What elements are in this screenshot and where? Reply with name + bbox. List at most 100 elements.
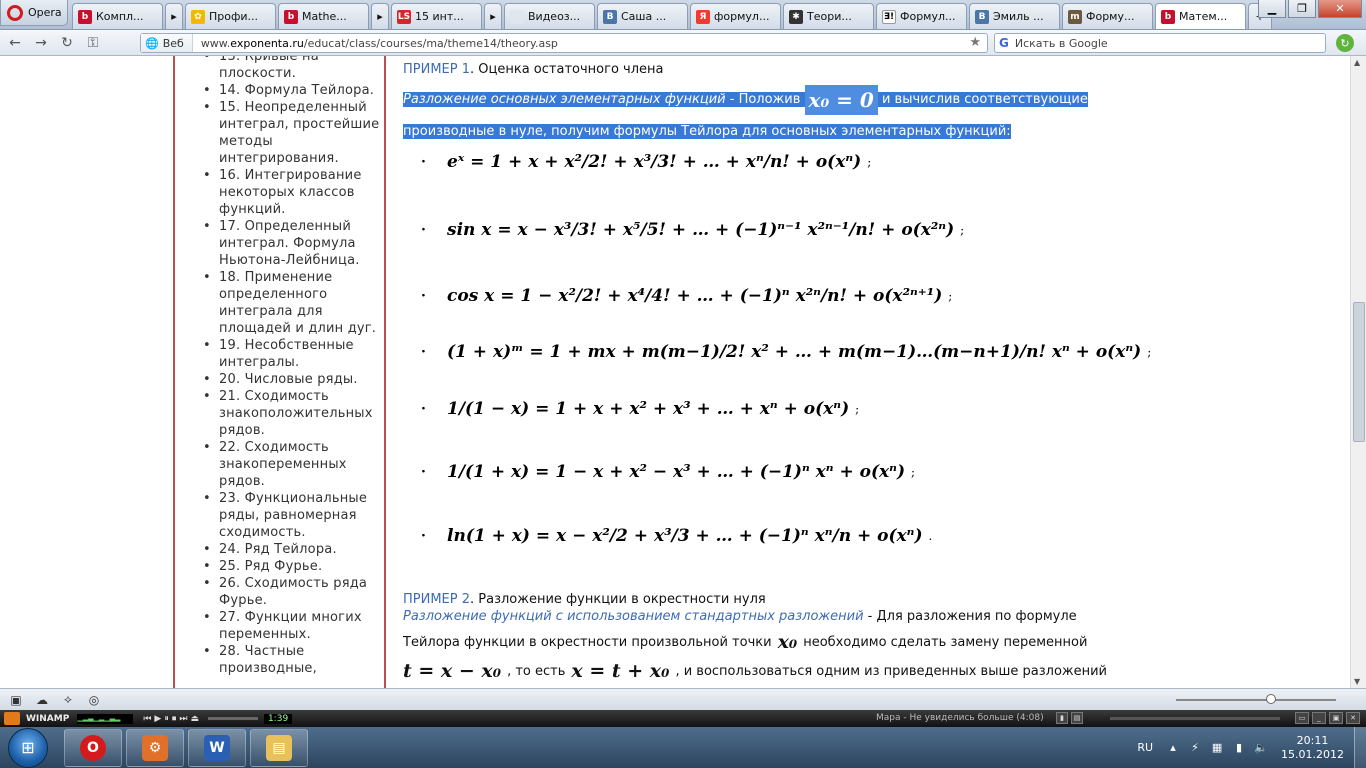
example-2-link[interactable]: ПРИМЕР 2 [403,592,470,607]
winamp-eq-button[interactable]: ▤ [1071,712,1083,724]
tab-7[interactable]: ✱ Теори... [783,3,874,29]
toc-item[interactable]: 23. Функциональные ряды, равномерная схо… [177,490,384,541]
bullet: · [421,222,426,238]
network-icon[interactable]: ▦ [1209,740,1225,756]
tab-0[interactable]: b Компл... [72,3,163,29]
panel-toggle-icon[interactable]: ▣ [6,692,26,708]
bullet: · [421,464,426,480]
scroll-down-icon[interactable]: ▼ [1354,677,1360,686]
reload-icon[interactable]: ↻ [56,33,78,53]
winamp-name: WINAMP [26,713,70,724]
bookmark-star-icon[interactable]: ★ [969,35,981,50]
tab-group-toggle[interactable]: ▸ [484,3,502,29]
tab-3[interactable]: LS 15 инт... [391,3,482,29]
winamp-playback-controls[interactable]: ⏮▶⏸⏹⏭⏏ [143,714,202,724]
toc-item[interactable]: 26. Сходимость ряда Фурье. [177,575,384,609]
substitution-formula-2: x = t + x₀ [571,660,670,682]
toc-item[interactable]: 20. Числовые ряды. [177,371,384,388]
tab-2[interactable]: b Mathe... [278,3,369,29]
example-1-title: . Оценка остаточного члена [470,62,664,77]
winamp-minimize-button[interactable]: _ [1312,712,1326,724]
language-indicator[interactable]: RU [1137,741,1153,754]
tray-clock[interactable]: 20:11 15.01.2012 [1281,734,1344,762]
winamp-menu-button[interactable]: ▭ [1295,712,1309,724]
winamp-close-button[interactable]: ✕ [1346,712,1360,724]
example-1-heading: ПРИМЕР 1. Оценка остаточного члена [403,62,663,77]
globe-icon: 🌐 [145,36,159,50]
tab-favicon-icon: b [78,9,92,24]
tab-9[interactable]: В Эмиль ... [969,3,1060,29]
volume-icon[interactable]: 🔈 [1253,740,1269,756]
formula-punctuation: ; [855,402,860,416]
search-field[interactable]: G Искать в Google [994,33,1326,53]
example-2-line-2: Тейлора функции в окрестности произвольн… [403,631,1087,653]
winamp-playlist-button[interactable]: ▮ [1056,712,1068,724]
toc-item[interactable]: 16. Интегрирование некоторых классов фун… [177,167,384,218]
back-icon[interactable]: ← [4,33,26,53]
battery-icon[interactable]: ▮ [1231,740,1247,756]
tab-group-toggle[interactable]: ▸ [371,3,389,29]
forward-icon[interactable]: → [30,33,52,53]
toc-item[interactable]: 14. Формула Тейлора. [177,82,384,99]
formula-punctuation: ; [948,289,953,303]
winamp-volume-slider[interactable] [1110,717,1280,720]
taskbar-explorer[interactable]: ▤ [250,728,308,767]
opera-menu-button[interactable]: Opera [0,0,68,26]
installer-icon: ⚙ [142,734,168,761]
tab-favicon-icon: ✱ [789,9,803,24]
winamp-seek-bar[interactable] [207,717,258,720]
tab-group-toggle[interactable]: ▸ [165,3,183,29]
address-field[interactable]: 🌐 Веб www.exponenta.ru/educat/class/cour… [140,33,988,53]
tab-4[interactable]: Видеоз... [504,3,595,29]
maximize-button[interactable]: ❐ [1288,0,1316,18]
windows-taskbar: ⊞ O ⚙ W ▤ RU ▴ ⚡ ▦ ▮ 🔈 20:11 15.01.2012 [0,727,1366,768]
toc-item[interactable]: 27. Функции многих переменных. [177,609,384,643]
tab-1[interactable]: ✿ Профи... [185,3,276,29]
toc-item[interactable]: 28. Частные производные, [177,643,384,677]
start-button[interactable]: ⊞ [8,727,48,768]
toc-item[interactable]: 24. Ряд Тейлора. [177,541,384,558]
taskbar-opera[interactable]: O [64,728,122,767]
selected-text-1: - Положив [725,92,805,107]
toc-item[interactable]: 22. Сходимость знакопеременных рядов. [177,439,384,490]
tab-favicon-icon: В [975,9,989,24]
example-1-link[interactable]: ПРИМЕР 1 [403,62,470,77]
scrollbar-thumb[interactable] [1353,302,1365,442]
toc-item[interactable]: 18. Применение определенного интеграла д… [177,269,384,337]
close-button[interactable]: ✕ [1318,0,1362,18]
toc-item[interactable]: 15. Неопределенный интеграл, простейшие … [177,99,384,167]
show-desktop-button[interactable] [1354,727,1366,768]
unite-cloud-icon[interactable]: ☁ [32,692,52,708]
toc-item[interactable]: 21. Сходимость знакоположительных рядов. [177,388,384,439]
clock-date: 15.01.2012 [1281,747,1344,761]
taskbar-word[interactable]: W [188,728,246,767]
toc-item[interactable]: 13. Кривые на плоскости. [177,56,384,82]
share-icon[interactable]: ⟡ [58,692,78,708]
tab-5[interactable]: В Саша ... [597,3,688,29]
download-icon[interactable]: ↻ [1336,34,1354,52]
formula-text: sin x = x − x³/3! + x⁵/5! + … + (−1)ⁿ⁻¹ … [447,220,955,240]
tab-strip: b Компл... ▸ ✿ Профи... b Mathe... ▸ LS 15 инт...… [72,3,1274,29]
taskbar-app-2[interactable]: ⚙ [126,728,184,767]
taylor-formula: · (1 + x)ᵐ = 1 + mx + m(m−1)/2! x² + … + … [421,342,1151,362]
tray-arrow-icon[interactable]: ▴ [1165,740,1181,756]
tray-app-icon[interactable]: ⚡ [1187,740,1203,756]
vertical-scrollbar[interactable]: ▲ ▼ [1350,56,1366,688]
minimize-button[interactable]: ▁ [1258,0,1286,18]
tab-10[interactable]: m Форму... [1062,3,1153,29]
tab-6[interactable]: Яформул... [690,3,781,29]
toc-item[interactable]: 19. Несобственные интегралы. [177,337,384,371]
tab-label: Саша ... [621,10,667,23]
key-icon[interactable]: ⚿ [82,33,104,53]
toc-item[interactable]: 25. Ряд Фурье. [177,558,384,575]
site-info-badge[interactable]: 🌐 Веб [141,34,193,52]
tab-11[interactable]: b Матем... [1155,3,1246,29]
zoom-slider-thumb[interactable] [1266,694,1276,704]
winamp-shade-button[interactable]: ▣ [1329,712,1343,724]
turbo-icon[interactable]: ◎ [84,692,104,708]
scroll-up-icon[interactable]: ▲ [1354,58,1360,67]
zoom-slider[interactable] [1176,694,1336,704]
tab-favicon-icon: Ǝ! [882,9,896,24]
toc-item[interactable]: 17. Определенный интеграл. Формула Ньюто… [177,218,384,269]
tab-8[interactable]: Ǝ! Формул... [876,3,967,29]
